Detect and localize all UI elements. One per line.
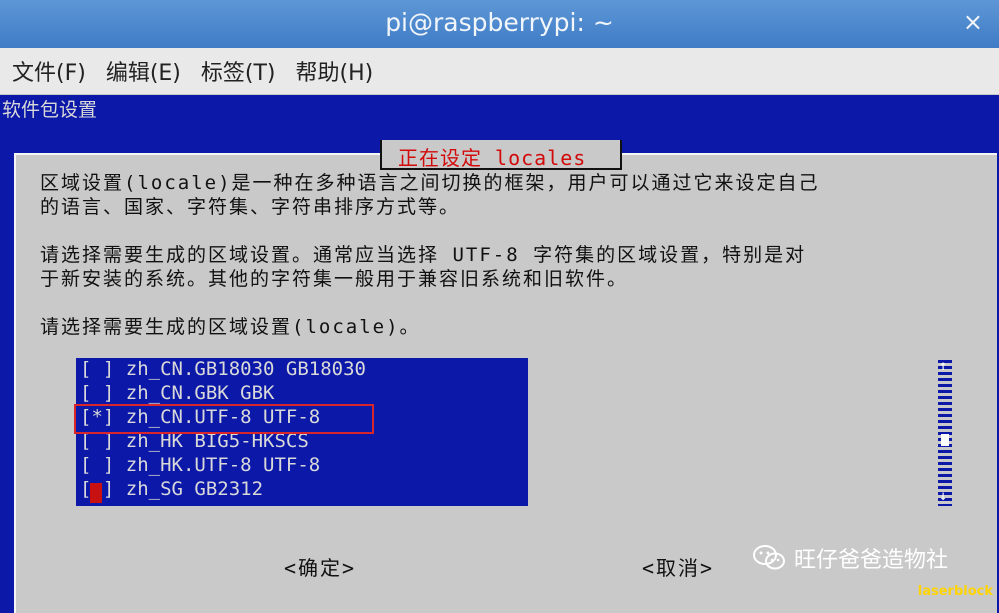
selection-highlight-box <box>74 404 374 434</box>
scrollbar[interactable] <box>938 360 952 506</box>
menu-tabs[interactable]: 标签(T) <box>201 55 276 87</box>
cancel-button[interactable]: <取消> <box>642 552 714 581</box>
menu-bar: 文件(F) 编辑(E) 标签(T) 帮助(H) <box>0 48 999 95</box>
watermark-tag: laserblock <box>917 584 993 599</box>
description-line-1: 区域设置(locale)是一种在多种语言之间切换的框架，用户可以通过它来设定自己 <box>40 172 820 194</box>
description-line-4: 于新安装的系统。其他的字符集一般用于兼容旧系统和旧软件。 <box>40 268 629 290</box>
locale-option[interactable]: [ ] zh_HK.UTF-8 UTF-8 <box>80 454 320 476</box>
close-icon[interactable]: × <box>963 8 983 36</box>
window-titlebar: pi@raspberrypi: ~ × <box>0 0 999 48</box>
ok-button[interactable]: <确定> <box>284 552 356 581</box>
text-cursor <box>90 483 102 503</box>
scroll-up-icon[interactable]: ↑ <box>939 358 947 374</box>
terminal-header: 软件包设置 <box>0 95 999 121</box>
locale-option[interactable]: [ ] zh_CN.GB18030 GB18030 <box>80 358 366 380</box>
wechat-icon <box>753 545 785 570</box>
watermark-text: 旺仔爸爸造物社 <box>794 548 949 573</box>
locale-option[interactable]: [ ] zh_CN.GBK GBK <box>80 382 274 404</box>
scroll-thumb[interactable] <box>941 434 949 446</box>
menu-file[interactable]: 文件(F) <box>12 55 86 87</box>
description-line-2: 的语言、国家、字符集、字符串排序方式等。 <box>40 196 461 218</box>
menu-help[interactable]: 帮助(H) <box>296 55 374 87</box>
watermark: 旺仔爸爸造物社 <box>752 542 948 574</box>
window-title: pi@raspberrypi: ~ <box>385 8 614 37</box>
dialog-title: 正在设定 locales <box>398 146 587 170</box>
scroll-down-icon[interactable]: ↓ <box>939 488 947 504</box>
locale-option[interactable]: [ ] zh_SG GB2312 <box>80 478 263 500</box>
description-line-5: 请选择需要生成的区域设置(locale)。 <box>40 316 421 338</box>
menu-edit[interactable]: 编辑(E) <box>106 55 181 87</box>
description-line-3: 请选择需要生成的区域设置。通常应当选择 UTF-8 字符集的区域设置，特别是对 <box>40 244 807 266</box>
